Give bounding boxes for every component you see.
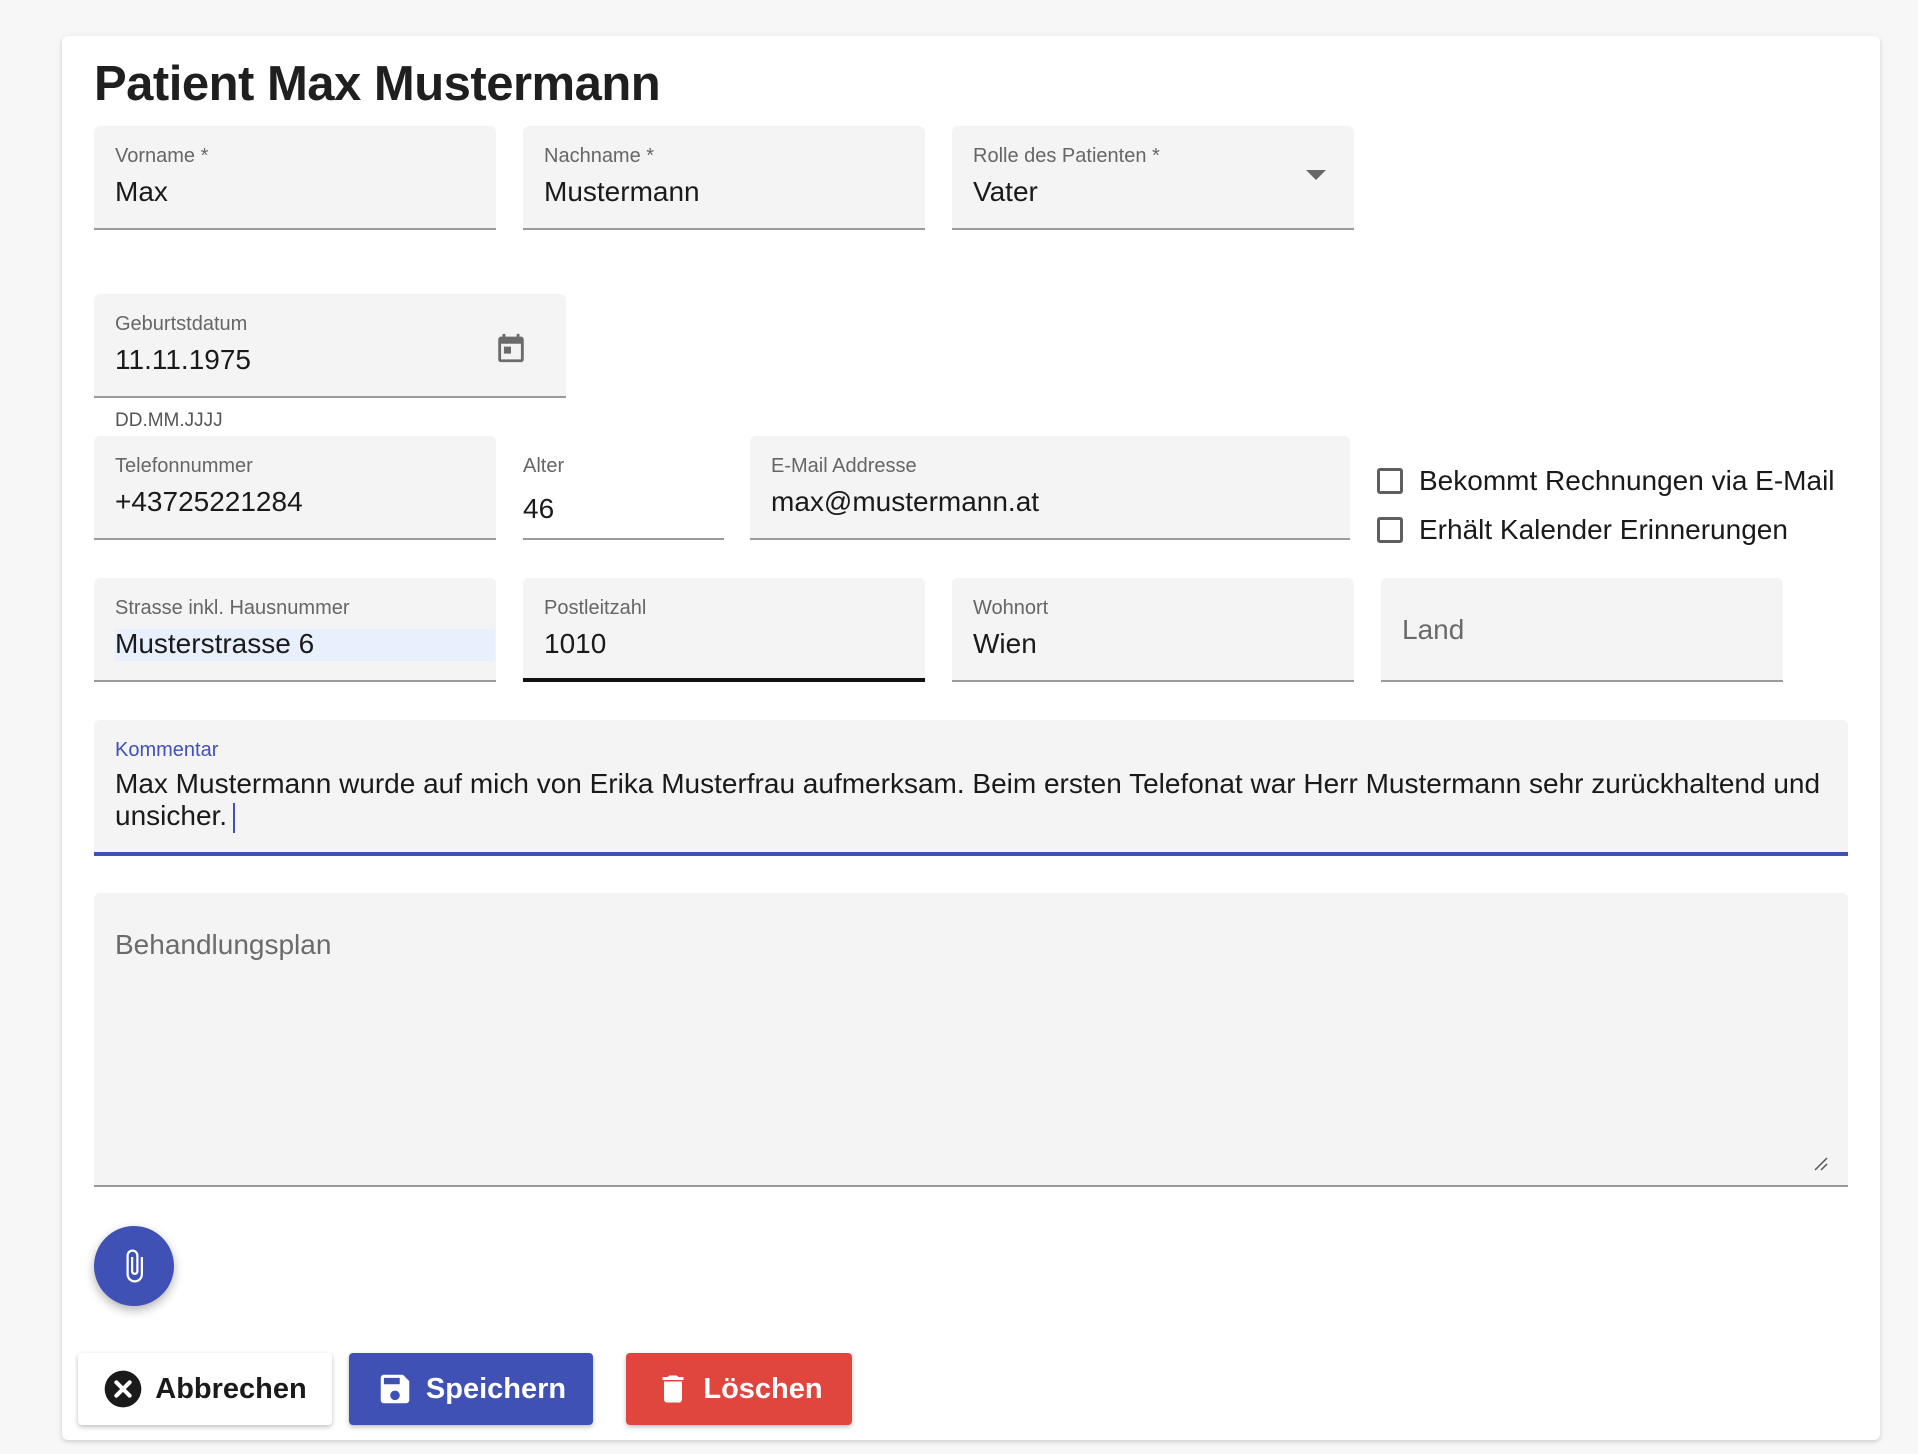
vorname-label: Vorname * [115,145,209,167]
kommentar-textarea[interactable]: Max Mustermann wurde auf mich von Erika … [115,768,1827,833]
behandlungsplan-label: Behandlungsplan [115,929,332,960]
delete-button[interactable]: Löschen [626,1353,852,1425]
kommentar-label: Kommentar [115,739,219,761]
vorname-input[interactable]: Max [115,176,168,208]
checkbox-rechnungen-label: Bekommt Rechnungen via E-Mail [1419,465,1835,496]
floppy-disk-icon [380,1374,410,1404]
telefon-label: Telefonnummer [115,455,253,477]
plz-input[interactable]: 1010 [544,628,606,660]
nachname-field[interactable]: Nachname * Mustermann [523,126,925,230]
resize-handle-icon[interactable] [1812,1155,1828,1171]
geburtsdatum-field[interactable]: Geburtstdatum 11.11.1975 [94,294,566,398]
cancel-button[interactable]: Abbrechen [78,1353,332,1425]
behandlungsplan-field[interactable]: Behandlungsplan [94,893,1848,1187]
telefon-input[interactable]: +43725221284 [115,486,303,518]
text-caret [233,802,236,833]
wohnort-label: Wohnort [973,597,1049,619]
strasse-field[interactable]: Strasse inkl. Hausnummer Musterstrasse 6 [94,578,496,682]
chevron-down-icon[interactable] [1306,170,1326,180]
checkbox-kalender-box[interactable] [1377,517,1403,543]
checkbox-kalender-label: Erhält Kalender Erinnerungen [1419,514,1788,545]
geburtsdatum-helper: DD.MM.JJJJ [115,410,223,431]
checkbox-kalender[interactable]: Erhält Kalender Erinnerungen [1377,514,1788,546]
calendar-icon[interactable] [494,330,528,366]
plz-field[interactable]: Postleitzahl 1010 [523,578,925,682]
alter-input[interactable]: 46 [523,493,554,525]
save-button[interactable]: Speichern [349,1353,593,1425]
email-field[interactable]: E-Mail Addresse max@mustermann.at [750,436,1350,540]
kommentar-field[interactable]: Kommentar Max Mustermann wurde auf mich … [94,720,1848,856]
trash-icon [662,1375,684,1403]
cancel-button-label: Abbrechen [155,1372,307,1405]
attachment-fab[interactable] [94,1226,174,1306]
save-button-label: Speichern [425,1372,567,1405]
plz-label: Postleitzahl [544,597,647,619]
land-label: Land [1402,614,1465,645]
rolle-label: Rolle des Patienten * [973,145,1160,167]
page-title: Patient Max Mustermann [94,57,661,111]
email-label: E-Mail Addresse [771,455,917,477]
nachname-input[interactable]: Mustermann [544,176,700,208]
strasse-input[interactable]: Musterstrasse 6 [115,628,314,660]
checkbox-rechnungen-box[interactable] [1377,468,1403,494]
delete-button-label: Löschen [703,1372,823,1405]
strasse-label: Strasse inkl. Hausnummer [115,597,350,619]
close-circle-icon [104,1370,142,1408]
patient-form-card: Patient Max Mustermann Vorname * Max Nac… [62,36,1880,1440]
alter-field[interactable]: Alter 46 [523,436,724,540]
rolle-select[interactable]: Rolle des Patienten * Vater [952,126,1354,230]
land-field[interactable]: Land [1381,578,1783,682]
vorname-field[interactable]: Vorname * Max [94,126,496,230]
kommentar-text: Max Mustermann wurde auf mich von Erika … [115,768,1821,831]
wohnort-input[interactable]: Wien [973,628,1037,660]
wohnort-field[interactable]: Wohnort Wien [952,578,1354,682]
telefon-field[interactable]: Telefonnummer +43725221284 [94,436,496,540]
rolle-selected-value: Vater [973,176,1038,207]
paperclip-icon [126,1249,143,1283]
geburtsdatum-input[interactable]: 11.11.1975 [115,344,251,376]
alter-label: Alter [523,455,565,477]
nachname-label: Nachname * [544,145,655,167]
email-input[interactable]: max@mustermann.at [771,486,1039,518]
checkbox-rechnungen[interactable]: Bekommt Rechnungen via E-Mail [1377,465,1835,497]
geburtsdatum-label: Geburtstdatum [115,313,248,335]
